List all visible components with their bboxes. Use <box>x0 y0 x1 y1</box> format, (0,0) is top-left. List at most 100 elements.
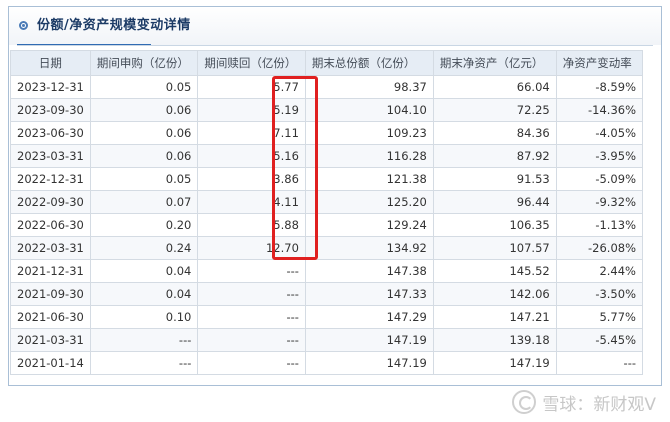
cell-date: 2022-06-30 <box>10 213 91 237</box>
cell-redemption: 5.77 <box>197 75 306 99</box>
cell-net-assets: 142.06 <box>432 282 557 306</box>
cell-redemption: --- <box>197 305 306 329</box>
cell-redemption: 5.16 <box>197 144 306 168</box>
cell-net-assets: 96.44 <box>432 190 557 214</box>
cell-net-assets: 106.35 <box>432 213 557 237</box>
cell-subscription: 0.05 <box>89 75 199 99</box>
cell-redemption: --- <box>197 282 306 306</box>
cell-redemption: 3.86 <box>197 167 306 191</box>
table-row: 2021-01-14 --- --- 147.19 147.19 --- <box>10 351 644 375</box>
cell-redemption: --- <box>197 351 306 375</box>
cell-redemption: 7.11 <box>197 121 306 145</box>
table-row: 2022-06-30 0.20 5.88 129.24 106.35 -1.13% <box>10 213 644 237</box>
cell-date: 2023-06-30 <box>10 121 91 145</box>
cell-date: 2022-03-31 <box>10 236 91 260</box>
cell-change-rate: -9.32% <box>555 190 644 214</box>
cell-change-rate: -14.36% <box>555 98 644 122</box>
cell-change-rate: -3.95% <box>555 144 644 168</box>
cell-total-shares: 104.10 <box>304 98 434 122</box>
header-redemption: 期间赎回（亿份） <box>197 50 306 76</box>
cell-change-rate: --- <box>555 351 644 375</box>
panel-header: 份额/净资产规模变动详情 <box>9 7 661 46</box>
cell-net-assets: 84.36 <box>432 121 557 145</box>
cell-net-assets: 91.53 <box>432 167 557 191</box>
cell-redemption: --- <box>197 259 306 283</box>
header-subscription: 期间申购（亿份） <box>89 50 199 76</box>
cell-total-shares: 121.38 <box>304 167 434 191</box>
cell-total-shares: 147.19 <box>304 351 434 375</box>
cell-subscription: 0.06 <box>89 98 199 122</box>
panel-title: 份额/净资产规模变动详情 <box>37 18 191 33</box>
cell-total-shares: 98.37 <box>304 75 434 99</box>
table-row: 2021-09-30 0.04 --- 147.33 142.06 -3.50% <box>10 282 644 306</box>
cell-net-assets: 66.04 <box>432 75 557 99</box>
table-row: 2021-06-30 0.10 --- 147.29 147.21 5.77% <box>10 305 644 329</box>
cell-change-rate: -3.50% <box>555 282 644 306</box>
cell-change-rate: -5.45% <box>555 328 644 352</box>
header-divider <box>17 45 653 46</box>
header-date: 日期 <box>10 50 91 76</box>
cell-total-shares: 147.33 <box>304 282 434 306</box>
cell-subscription: 0.04 <box>89 259 199 283</box>
cell-subscription: 0.06 <box>89 144 199 168</box>
cell-date: 2021-03-31 <box>10 328 91 352</box>
cell-date: 2021-12-31 <box>10 259 91 283</box>
cell-net-assets: 147.21 <box>432 305 557 329</box>
cell-date: 2022-12-31 <box>10 167 91 191</box>
cell-redemption: 5.19 <box>197 98 306 122</box>
cell-total-shares: 147.29 <box>304 305 434 329</box>
cell-change-rate: 2.44% <box>555 259 644 283</box>
cell-change-rate: -8.59% <box>555 75 644 99</box>
cell-date: 2021-09-30 <box>10 282 91 306</box>
scale-change-table: 日期 期间申购（亿份） 期间赎回（亿份） 期末总份额（亿份） 期末净资产（亿元）… <box>10 50 644 375</box>
table-row: 2023-03-31 0.06 5.16 116.28 87.92 -3.95% <box>10 144 644 168</box>
cell-total-shares: 147.38 <box>304 259 434 283</box>
table-row: 2022-09-30 0.07 4.11 125.20 96.44 -9.32% <box>10 190 644 214</box>
cell-total-shares: 134.92 <box>304 236 434 260</box>
table-row: 2021-12-31 0.04 --- 147.38 145.52 2.44% <box>10 259 644 283</box>
cell-change-rate: -5.09% <box>555 167 644 191</box>
snowball-logo-icon <box>512 390 537 414</box>
table-row: 2021-03-31 --- --- 147.19 139.18 -5.45% <box>10 328 644 352</box>
cell-net-assets: 139.18 <box>432 328 557 352</box>
cell-date: 2022-09-30 <box>10 190 91 214</box>
cell-subscription: 0.20 <box>89 213 199 237</box>
cell-subscription: --- <box>89 328 199 352</box>
cell-change-rate: -4.05% <box>555 121 644 145</box>
cell-date: 2021-06-30 <box>10 305 91 329</box>
cell-date: 2023-12-31 <box>10 75 91 99</box>
cell-change-rate: -26.08% <box>555 236 644 260</box>
cell-subscription: 0.10 <box>89 305 199 329</box>
cell-net-assets: 87.92 <box>432 144 557 168</box>
table-row: 2022-03-31 0.24 12.70 134.92 107.57 -26.08% <box>10 236 644 260</box>
cell-redemption: 5.88 <box>197 213 306 237</box>
cell-total-shares: 147.19 <box>304 328 434 352</box>
cell-subscription: 0.24 <box>89 236 199 260</box>
cell-total-shares: 109.23 <box>304 121 434 145</box>
header-change-rate: 净资产变动率 <box>555 50 644 76</box>
cell-net-assets: 145.52 <box>432 259 557 283</box>
cell-net-assets: 147.19 <box>432 351 557 375</box>
cell-total-shares: 129.24 <box>304 213 434 237</box>
watermark: 雪球：新财观V <box>512 390 656 415</box>
cell-subscription: --- <box>89 351 199 375</box>
cell-date: 2023-09-30 <box>10 98 91 122</box>
cell-net-assets: 107.57 <box>432 236 557 260</box>
table-row: 2023-09-30 0.06 5.19 104.10 72.25 -14.36% <box>10 98 644 122</box>
cell-change-rate: -1.13% <box>555 213 644 237</box>
cell-subscription: 0.07 <box>89 190 199 214</box>
table-row: 2022-12-31 0.05 3.86 121.38 91.53 -5.09% <box>10 167 644 191</box>
cell-net-assets: 72.25 <box>432 98 557 122</box>
table-row: 2023-06-30 0.06 7.11 109.23 84.36 -4.05% <box>10 121 644 145</box>
cell-subscription: 0.04 <box>89 282 199 306</box>
table-header-row: 日期 期间申购（亿份） 期间赎回（亿份） 期末总份额（亿份） 期末净资产（亿元）… <box>10 50 644 76</box>
cell-subscription: 0.05 <box>89 167 199 191</box>
header-total-shares: 期末总份额（亿份） <box>304 50 434 76</box>
cell-subscription: 0.06 <box>89 121 199 145</box>
section-bullet-icon <box>19 21 28 30</box>
header-net-assets: 期末净资产（亿元） <box>432 50 557 76</box>
watermark-text: 雪球：新财观V <box>542 394 656 415</box>
cell-total-shares: 125.20 <box>304 190 434 214</box>
cell-change-rate: 5.77% <box>555 305 644 329</box>
cell-redemption: 12.70 <box>197 236 306 260</box>
